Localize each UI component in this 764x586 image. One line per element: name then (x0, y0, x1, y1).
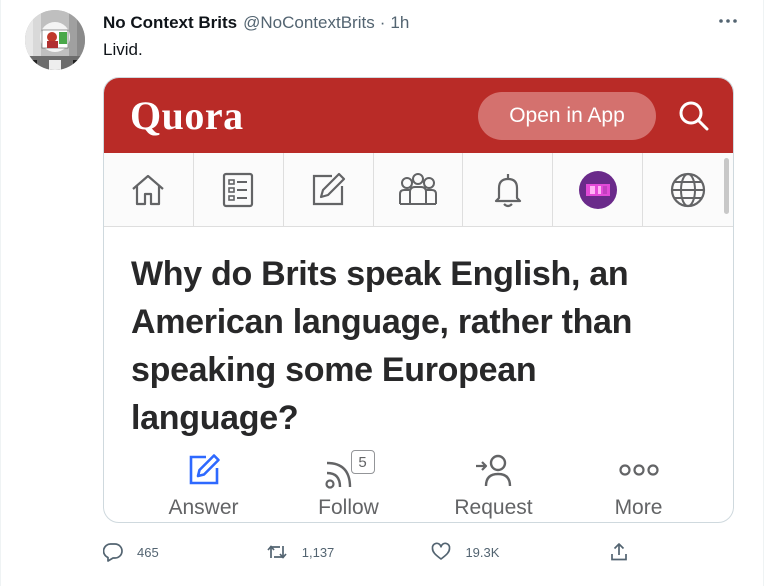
tweet-time[interactable]: 1h (390, 13, 409, 33)
profile-avatar (578, 171, 617, 209)
tweet-text: Livid. (103, 40, 143, 59)
bell-icon (494, 174, 521, 208)
share-icon (611, 543, 627, 561)
action-follow: 5 Follow (276, 448, 421, 522)
nav-answer-list (194, 153, 284, 227)
answer-list-icon (223, 172, 254, 208)
quora-header-bar: Quora Open in App (104, 78, 733, 153)
nav-spaces (374, 153, 464, 227)
tweet-header: No Context Brits @NoContextBrits · 1h (103, 12, 743, 34)
separator-dot: · (379, 13, 386, 32)
request-user-icon (475, 454, 511, 487)
nav-notifications (463, 153, 554, 227)
tweet-actions: 465 1,137 19.3K (103, 540, 643, 564)
nav-language (643, 153, 733, 227)
question-title: Why do Brits speak English, an American … (131, 255, 633, 437)
nav-profile (553, 153, 644, 227)
more-label: More (614, 496, 663, 519)
retweet-icon (267, 545, 287, 559)
like-count: 19.3K (465, 544, 500, 560)
like-button[interactable]: 19.3K (431, 542, 609, 562)
reply-count: 465 (137, 544, 159, 560)
globe-icon (670, 172, 706, 208)
quora-nav-row (104, 153, 733, 227)
home-icon (132, 174, 165, 206)
open-in-app-button: Open in App (478, 92, 656, 140)
heart-icon (432, 542, 451, 560)
action-request: Request (421, 448, 566, 522)
spaces-icon (399, 173, 437, 205)
question-actions: Answer 5 Follow Request More (104, 448, 733, 522)
share-button[interactable] (609, 542, 643, 562)
search-icon (678, 100, 710, 132)
author-handle[interactable]: @NoContextBrits (243, 13, 375, 33)
quora-screenshot-image[interactable]: Quora Open in App Why do Brits speak Eng… (103, 77, 734, 523)
nav-scrollbar (724, 158, 729, 214)
nav-write (284, 153, 374, 227)
answer-label: Answer (168, 496, 239, 519)
request-label: Request (454, 496, 533, 519)
retweet-button[interactable]: 1,137 (266, 542, 432, 562)
write-icon (313, 172, 346, 206)
nav-home (104, 153, 194, 227)
answer-edit-icon (189, 454, 220, 485)
more-options-icon[interactable] (717, 10, 739, 32)
retweet-count: 1,137 (301, 544, 335, 560)
quora-logo: Quora (130, 93, 244, 138)
action-more: More (566, 448, 711, 522)
follow-label: Follow (318, 496, 379, 519)
reply-icon (103, 543, 123, 562)
more-dots-icon (618, 464, 659, 476)
action-answer: Answer (131, 448, 276, 522)
follow-count-badge: 5 (350, 450, 375, 474)
author-name[interactable]: No Context Brits (103, 13, 237, 33)
reply-button[interactable]: 465 (103, 542, 266, 562)
author-avatar[interactable] (25, 10, 85, 70)
tweet[interactable]: No Context Brits @NoContextBrits · 1h Li… (0, 0, 764, 586)
